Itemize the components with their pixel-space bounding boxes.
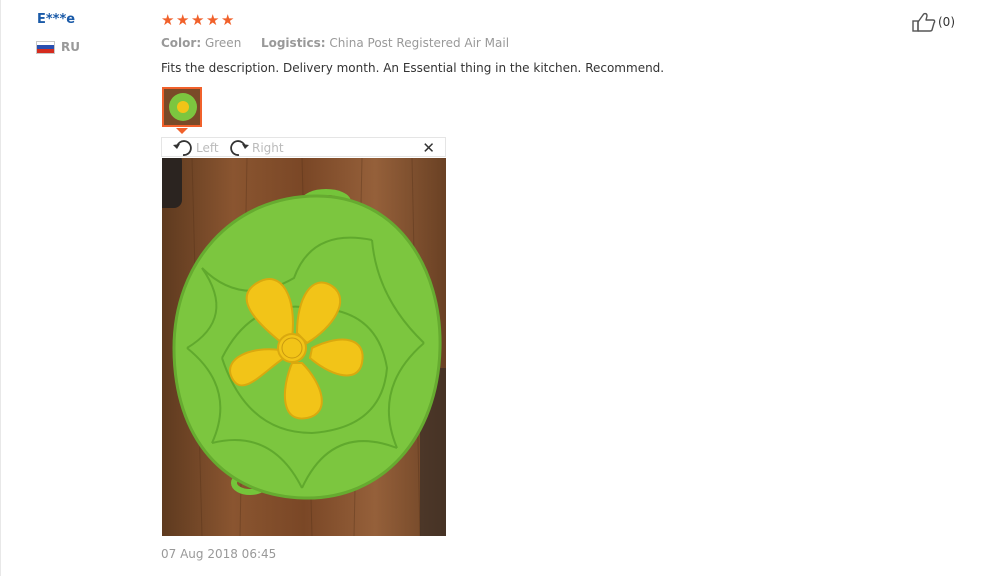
thumbs-up-icon — [912, 12, 936, 32]
left-border — [0, 0, 1, 576]
like-count: (0) — [938, 15, 955, 29]
rotate-right-label: Right — [252, 141, 284, 155]
country-code: RU — [61, 40, 80, 54]
review-text: Fits the description. Delivery month. An… — [161, 61, 665, 75]
star-icon: ★ — [176, 11, 190, 29]
rotate-right-icon — [230, 140, 249, 156]
like-button[interactable]: (0) — [912, 12, 955, 32]
color-label: Color: — [161, 36, 202, 50]
thumbnail-image — [164, 89, 200, 125]
rotate-right-button[interactable]: Right — [228, 138, 284, 158]
star-icon: ★ — [221, 11, 235, 29]
star-icon: ★ — [161, 11, 175, 29]
star-icon: ★ — [191, 11, 205, 29]
rotate-left-button[interactable]: Left — [172, 138, 219, 158]
color-value: Green — [204, 36, 242, 50]
order-attributes: Color: Green Logistics: China Post Regis… — [161, 36, 509, 50]
review-photo-image — [162, 158, 446, 536]
logistics-label: Logistics: — [260, 36, 326, 50]
review-image-thumbnail[interactable] — [162, 87, 202, 127]
rotate-left-icon — [173, 140, 192, 156]
russia-flag-icon — [36, 40, 55, 54]
close-icon[interactable]: ✕ — [422, 139, 435, 157]
star-icon: ★ — [206, 11, 220, 29]
review-photo — [162, 158, 446, 536]
rotate-left-label: Left — [196, 141, 219, 155]
logistics-value: China Post Registered Air Mail — [329, 36, 510, 50]
reviewer-country: RU — [36, 40, 80, 54]
star-rating: ★ ★ ★ ★ ★ — [161, 12, 236, 28]
reviewer-name[interactable]: E***e — [37, 12, 75, 27]
thumbnail-active-indicator — [176, 128, 188, 134]
review-timestamp: 07 Aug 2018 06:45 — [161, 547, 277, 561]
image-viewer-toolbar: Left Right ✕ — [161, 137, 446, 157]
